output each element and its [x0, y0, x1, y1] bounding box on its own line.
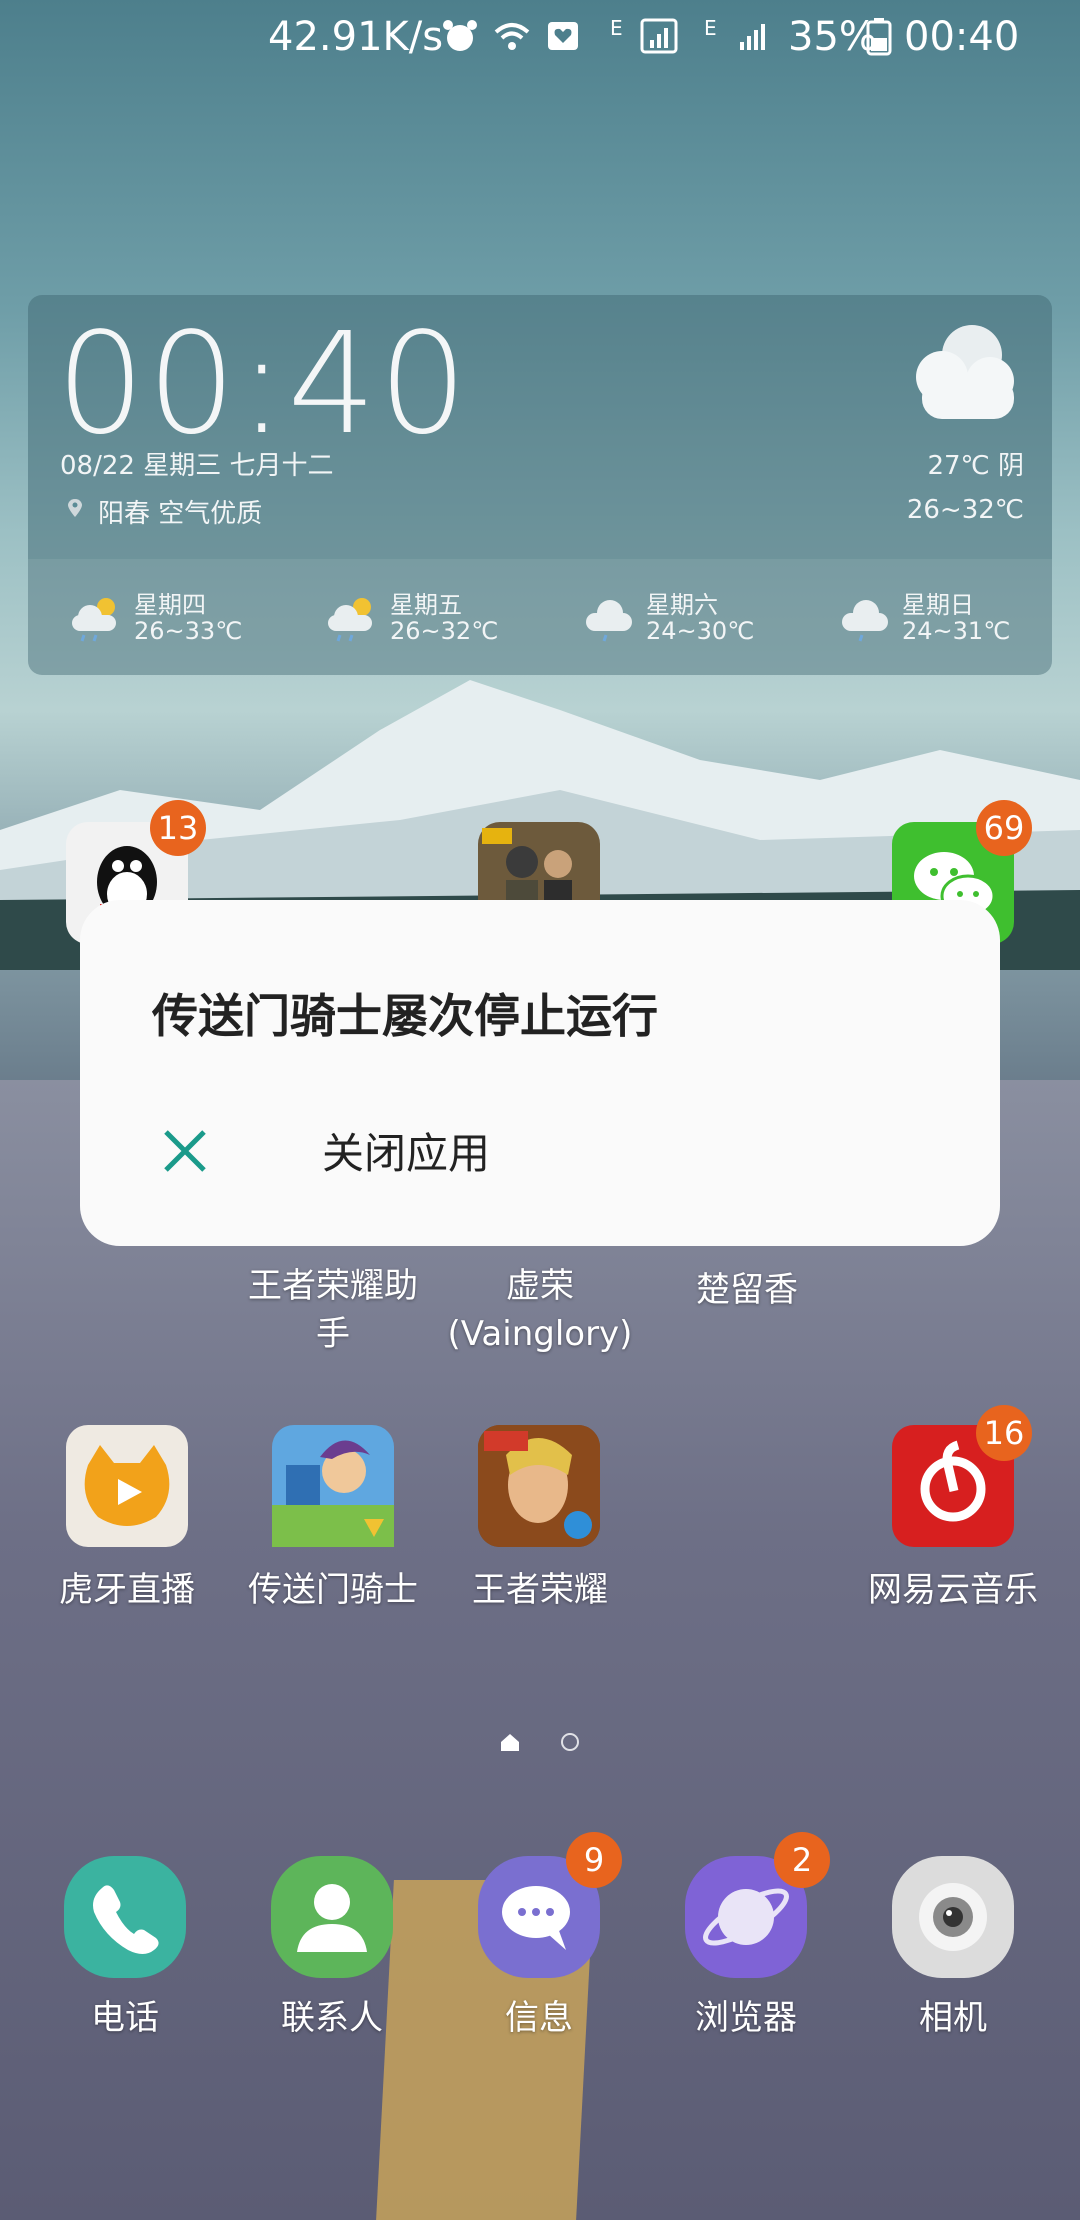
cloudy-icon — [916, 325, 1014, 419]
forecast-day-3: 星期六 24~30℃ — [570, 585, 810, 655]
location-pin-icon — [68, 499, 82, 517]
app-label-vainglory[interactable]: 虚荣 (Vainglory) — [440, 1262, 640, 1358]
messages-badge: 9 — [566, 1832, 622, 1888]
person-icon — [297, 1884, 367, 1952]
wechat-badge: 69 — [976, 800, 1032, 856]
clock-weather-widget[interactable]: 00:40 08/22 星期三 七月十二 阳春 空气优质 27℃ 阴 26~32… — [28, 295, 1052, 675]
huya-tiger-icon — [84, 1445, 170, 1526]
alarm-icon — [443, 20, 477, 51]
dock-label-camera: 相机 — [919, 1998, 987, 2038]
cloud-rain-icon — [842, 600, 888, 642]
signal-icon-1 — [640, 18, 678, 54]
phone-handset-icon — [93, 1885, 159, 1954]
forecast-day-range: 24~30℃ — [646, 617, 755, 645]
forecast-day-2: 星期五 26~32℃ — [314, 585, 554, 655]
today-range: 26~32℃ — [906, 495, 1024, 525]
signal-icon-2 — [740, 24, 765, 50]
app-label-huya: 虎牙直播 — [59, 1570, 195, 1610]
wzry-app-icon[interactable] — [478, 1425, 600, 1547]
heart-notification-icon — [548, 22, 578, 50]
close-icon — [164, 1130, 206, 1172]
net-speed: 42.91K/s — [268, 14, 444, 60]
status-bar: 42.91K/s E E 35% 00:40 — [0, 0, 1080, 80]
forecast-day-label: 星期六 — [646, 591, 718, 619]
network-type-2: E — [704, 16, 717, 40]
phone-app-icon[interactable] — [64, 1856, 186, 1978]
camera-lens-icon — [919, 1883, 987, 1951]
forecast-day-label: 星期五 — [390, 591, 462, 619]
widget-clock: 00:40 — [56, 303, 470, 466]
close-app-label: 关闭应用 — [322, 1129, 491, 1178]
page-indicator-dot[interactable] — [558, 1730, 582, 1754]
huya-app-icon[interactable] — [66, 1425, 188, 1547]
dock-label-browser: 浏览器 — [695, 1998, 797, 2038]
sun-cloud-rain-icon — [328, 598, 372, 642]
status-time: 00:40 — [904, 14, 1020, 60]
camera-app-icon[interactable] — [892, 1856, 1014, 1978]
app-label-wzry: 王者荣耀 — [472, 1570, 608, 1610]
netease-music-badge: 16 — [976, 1405, 1032, 1461]
battery-percent: 35% — [788, 14, 877, 60]
battery-icon — [866, 18, 892, 56]
sun-cloud-rain-icon — [72, 598, 116, 642]
forecast-day-range: 26~33℃ — [134, 617, 243, 645]
dock-label-messages: 信息 — [505, 1998, 573, 2038]
app-label-chuliuxiang[interactable]: 楚留香 — [647, 1262, 847, 1311]
current-weather: 27℃ 阴 — [927, 451, 1024, 481]
app-label-wzry-helper[interactable]: 王者荣耀助 手 — [233, 1262, 433, 1358]
qq-badge: 13 — [150, 800, 206, 856]
forecast-day-range: 24~31℃ — [902, 617, 1011, 645]
forecast-day-1: 星期四 26~33℃ — [58, 585, 298, 655]
forecast-day-4: 星期日 24~31℃ — [826, 585, 1066, 655]
dialog-title: 传送门骑士屡次停止运行 — [152, 989, 658, 1043]
widget-location: 阳春 空气优质 — [98, 499, 263, 529]
home-page-indicator-icon[interactable] — [498, 1730, 522, 1754]
app-crash-dialog: 传送门骑士屡次停止运行 关闭应用 — [80, 900, 1000, 1246]
forecast-day-range: 26~32℃ — [390, 617, 499, 645]
forecast-day-label: 星期日 — [902, 591, 974, 619]
portal-knights-game-icon — [272, 1440, 394, 1547]
dock-label-phone: 电话 — [91, 1998, 159, 2038]
network-type-1: E — [610, 16, 623, 40]
app-label-portal-knights: 传送门骑士 — [248, 1570, 418, 1610]
app-label-netease-music: 网易云音乐 — [868, 1570, 1038, 1610]
browser-badge: 2 — [774, 1832, 830, 1888]
wzry-game-icon — [478, 1425, 600, 1547]
wifi-icon — [494, 23, 530, 50]
contacts-app-icon[interactable] — [271, 1856, 393, 1978]
dock-label-contacts: 联系人 — [281, 1998, 383, 2038]
cloud-rain-icon — [586, 600, 632, 642]
forecast-day-label: 星期四 — [134, 591, 206, 619]
widget-date: 08/22 星期三 七月十二 — [60, 451, 334, 481]
portal-knights-app-icon[interactable] — [272, 1425, 394, 1547]
close-app-button[interactable]: 关闭应用 — [80, 1090, 1000, 1230]
